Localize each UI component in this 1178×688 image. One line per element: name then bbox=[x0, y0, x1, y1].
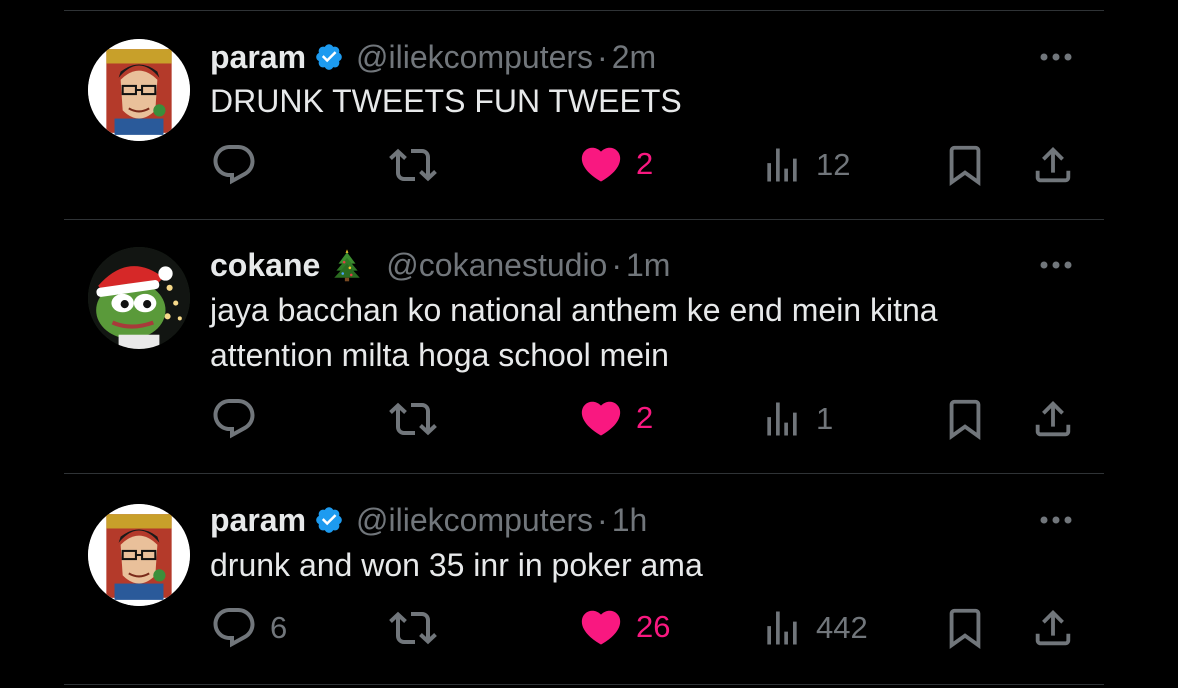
avatar[interactable] bbox=[88, 247, 190, 349]
like-count: 2 bbox=[636, 400, 654, 435]
separator-dot: · bbox=[597, 38, 608, 75]
divider bbox=[64, 10, 1104, 11]
tweet-feed: param @iliekcomputers · 2m DRUNK TWEETS … bbox=[0, 0, 1178, 688]
avatar[interactable] bbox=[88, 504, 190, 606]
views-icon bbox=[760, 395, 804, 443]
view-count: 1 bbox=[816, 401, 834, 436]
more-icon[interactable] bbox=[1034, 500, 1078, 540]
reply-icon bbox=[210, 395, 258, 443]
verified-icon bbox=[314, 42, 344, 72]
divider bbox=[64, 219, 1104, 220]
bookmark-button[interactable] bbox=[942, 604, 988, 652]
share-icon bbox=[1030, 604, 1076, 652]
tweet-text: DRUNK TWEETS FUN TWEETS bbox=[210, 79, 1090, 124]
heart-icon bbox=[578, 395, 624, 441]
display-name[interactable]: param bbox=[210, 502, 306, 539]
tweet-text: drunk and won 35 inr in poker ama bbox=[210, 543, 1090, 588]
divider bbox=[64, 684, 1104, 685]
views-button[interactable]: 442 bbox=[760, 604, 868, 652]
views-icon bbox=[760, 604, 804, 652]
tweet-text: jaya bacchan ko national anthem ke end m… bbox=[210, 288, 1090, 378]
tweet-text-line: jaya bacchan ko national anthem ke end m… bbox=[210, 292, 938, 328]
handle[interactable]: @iliekcomputers bbox=[356, 39, 593, 76]
like-count: 2 bbox=[636, 146, 654, 181]
reply-button[interactable]: 6 bbox=[210, 604, 287, 652]
bookmark-icon bbox=[942, 604, 988, 652]
tweet-text-line: attention milta hoga school mein bbox=[210, 337, 669, 373]
reply-count: 6 bbox=[270, 610, 288, 645]
like-count: 26 bbox=[636, 609, 671, 644]
like-button[interactable]: 2 bbox=[578, 141, 653, 187]
display-name[interactable]: cokane bbox=[210, 247, 320, 284]
views-icon bbox=[760, 141, 804, 189]
bookmark-button[interactable] bbox=[942, 395, 988, 443]
heart-icon bbox=[578, 141, 624, 187]
timestamp[interactable]: 1m bbox=[626, 247, 670, 284]
display-name[interactable]: param bbox=[210, 39, 306, 76]
retweet-button[interactable] bbox=[388, 141, 438, 189]
christmas-tree-icon bbox=[330, 248, 364, 282]
pepe-avatar-image bbox=[88, 247, 190, 349]
comic-avatar-image bbox=[88, 504, 190, 606]
verified-icon bbox=[314, 505, 344, 535]
share-button[interactable] bbox=[1030, 141, 1076, 189]
separator-dot: · bbox=[611, 246, 622, 283]
bookmark-button[interactable] bbox=[942, 141, 988, 189]
avatar[interactable] bbox=[88, 39, 190, 141]
view-count: 12 bbox=[816, 147, 851, 182]
reply-button[interactable] bbox=[210, 395, 258, 443]
reply-icon bbox=[210, 141, 258, 189]
handle[interactable]: @iliekcomputers bbox=[356, 502, 593, 539]
more-icon[interactable] bbox=[1034, 37, 1078, 77]
reply-button[interactable] bbox=[210, 141, 258, 189]
timestamp[interactable]: 2m bbox=[612, 39, 656, 76]
bookmark-icon bbox=[942, 141, 988, 189]
bookmark-icon bbox=[942, 395, 988, 443]
retweet-button[interactable] bbox=[388, 395, 438, 443]
like-button[interactable]: 2 bbox=[578, 395, 653, 441]
retweet-button[interactable] bbox=[388, 604, 438, 652]
timestamp[interactable]: 1h bbox=[612, 502, 648, 539]
separator-dot: · bbox=[597, 501, 608, 538]
tweet-text-line: DRUNK TWEETS FUN TWEETS bbox=[210, 83, 682, 119]
heart-icon bbox=[578, 604, 624, 650]
share-button[interactable] bbox=[1030, 604, 1076, 652]
like-button[interactable]: 26 bbox=[578, 604, 670, 650]
divider bbox=[64, 473, 1104, 474]
retweet-icon bbox=[388, 604, 438, 652]
retweet-icon bbox=[388, 395, 438, 443]
handle[interactable]: @cokanestudio bbox=[386, 247, 607, 284]
reply-icon bbox=[210, 604, 258, 652]
tweet-text-line: drunk and won 35 inr in poker ama bbox=[210, 547, 703, 583]
retweet-icon bbox=[388, 141, 438, 189]
views-button[interactable]: 12 bbox=[760, 141, 850, 189]
share-icon bbox=[1030, 141, 1076, 189]
more-icon[interactable] bbox=[1034, 245, 1078, 285]
share-icon bbox=[1030, 395, 1076, 443]
share-button[interactable] bbox=[1030, 395, 1076, 443]
comic-avatar-image bbox=[88, 39, 190, 141]
views-button[interactable]: 1 bbox=[760, 395, 833, 443]
view-count: 442 bbox=[816, 610, 868, 645]
